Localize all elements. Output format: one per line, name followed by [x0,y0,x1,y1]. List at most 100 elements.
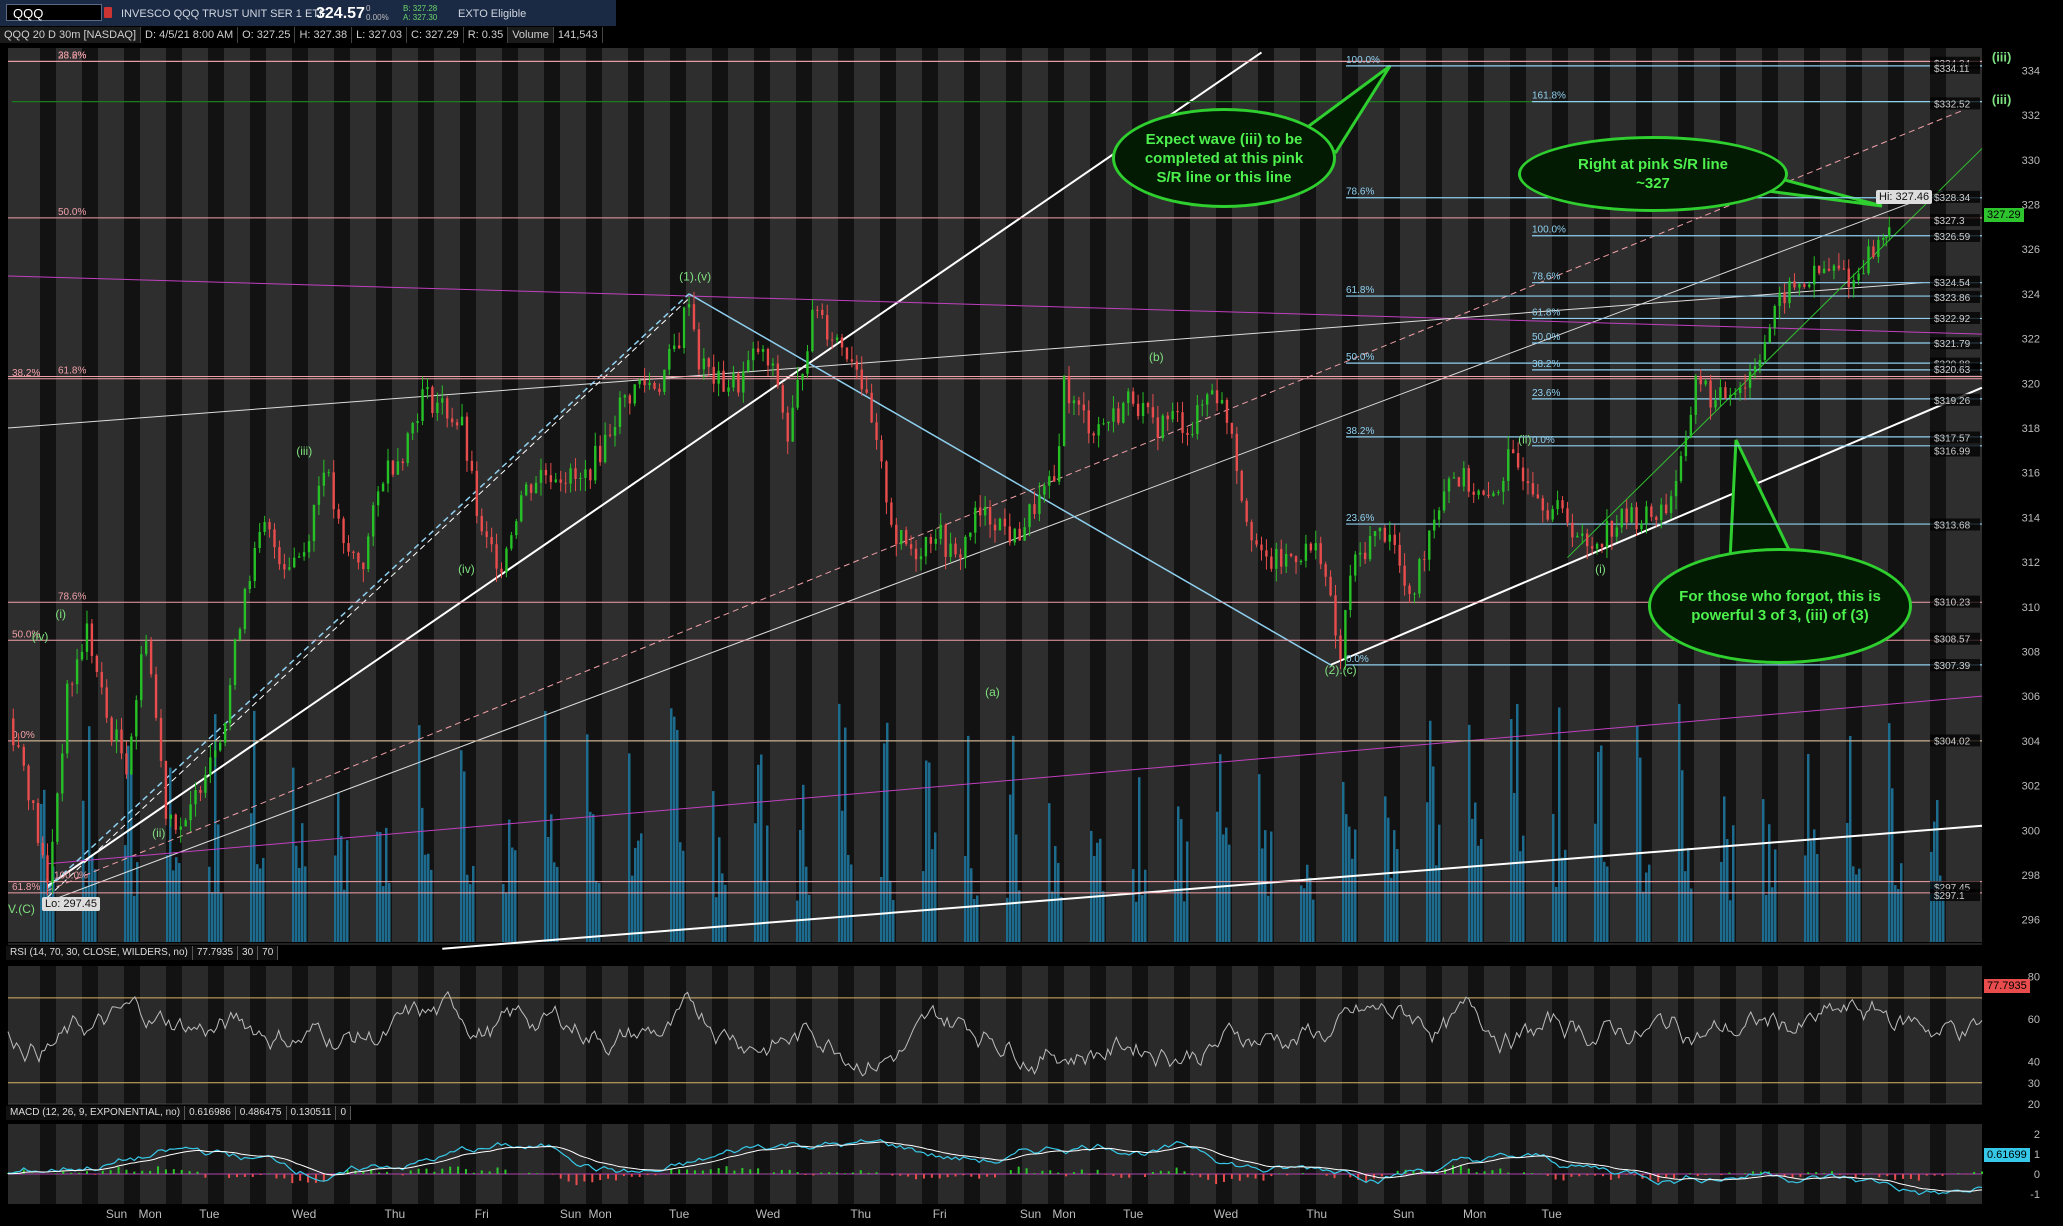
candle-body [589,469,592,481]
time-tick: Tue [1542,1207,1563,1221]
candle-body [1378,527,1382,532]
candle-body [1447,478,1451,492]
volume-bar [1816,854,1819,942]
volume-bar [1468,724,1471,942]
volume-bar [1222,834,1225,942]
volume-bar [547,837,550,942]
candle-body [1877,239,1880,257]
volume-label: Volume [508,27,554,43]
candle-body [416,421,419,424]
wave-label: (b) [1149,350,1164,364]
price-tick: 312 [2022,557,2040,569]
candle-body [668,348,671,370]
candle-body [569,468,572,484]
candle-body [1773,306,1776,328]
volume-bar [1354,829,1357,942]
candle-body [1428,530,1431,560]
candle-body [1013,528,1016,543]
price-tick: 316 [2022,468,2040,480]
candle-body [732,373,735,388]
price-label: $313.68 [1934,521,1971,532]
macd-hist-bar [259,1174,262,1176]
volume-bar [556,866,559,942]
volume-bar [1396,849,1399,942]
volume-bar [628,753,631,942]
candle-body [1827,268,1831,271]
macd-hist-bar [907,1174,910,1177]
volume-bar [589,811,592,942]
session-band [376,1124,392,1204]
candle-body [169,814,173,819]
session-band [586,966,602,1104]
volume-bar [259,868,262,942]
volume-bar [505,892,508,942]
candle-body [480,515,483,532]
candle-body [1689,414,1693,438]
wave-label: (a) [985,685,1000,699]
candle-body [993,524,997,531]
candle-body [347,543,350,552]
candle-body [1146,402,1150,408]
macd-hist-bar [1262,1174,1265,1181]
macd-hist-bar [188,1171,191,1174]
volume-bar [217,824,220,942]
candle-body [1122,402,1125,423]
candle-body [1885,236,1888,238]
candle-body [283,564,286,570]
volume-bar [1183,901,1186,942]
stop-icon[interactable] [104,7,112,18]
candle-body [564,482,567,484]
candle-body [549,475,553,483]
macd-hist-bar [1673,1174,1676,1179]
volume-bar [1774,849,1777,942]
candle-body [1620,508,1623,528]
candle-body [1191,434,1194,436]
volume-bar [1015,834,1018,942]
candle-body [130,736,133,775]
candle-body [1023,527,1026,541]
macd-hist-bar [1167,1171,1170,1174]
session-band [1006,966,1022,1104]
fib-label-left: 0.0% [12,730,35,741]
price-tick: 314 [2022,512,2040,524]
candle-body [1304,543,1308,561]
macd-hist-bar [433,1171,436,1174]
candle-body [796,379,799,408]
session-band [292,1124,308,1204]
macd-hist-bar [1720,1174,1723,1176]
volume-bar [1687,847,1690,942]
candle-body [233,639,237,686]
candle-body [1398,544,1401,566]
volume-bar [1639,757,1642,942]
volume-bar [1810,840,1813,942]
volume-bar [1225,827,1228,942]
macd-hist-bar [164,1169,167,1174]
volume-bar [976,895,979,942]
volume-bar [1648,864,1651,942]
macd-hist-bar [962,1174,965,1176]
macd-hist-bar [70,1172,73,1174]
candle-body [1630,507,1633,523]
macd-hist-bar [749,1169,752,1174]
macd-hist-bar [1254,1174,1257,1179]
volume-bar [634,847,637,942]
candle-body [638,380,641,385]
candle-body [154,674,158,718]
macd-hist-bar [843,1173,846,1174]
symbol-input[interactable]: QQQ [6,4,102,21]
candle-body [998,518,1002,531]
candle-body [806,351,809,374]
volume-bar [1300,885,1303,942]
macd-hist-bar [267,1173,270,1174]
macd-hist-bar [1830,1171,1833,1174]
candle-body [164,760,168,819]
candle-body [1738,387,1742,394]
macd-hist-bar [1246,1174,1249,1178]
candle-body [544,469,548,476]
macd-hist-bar [1791,1174,1794,1178]
macd-hist-bar [85,1171,88,1174]
macd-hist-bar [401,1174,404,1176]
session-band [1216,966,1232,1104]
bar-close: C: 327.29 [407,27,464,43]
fib-label-right: 50.0% [1346,352,1374,363]
